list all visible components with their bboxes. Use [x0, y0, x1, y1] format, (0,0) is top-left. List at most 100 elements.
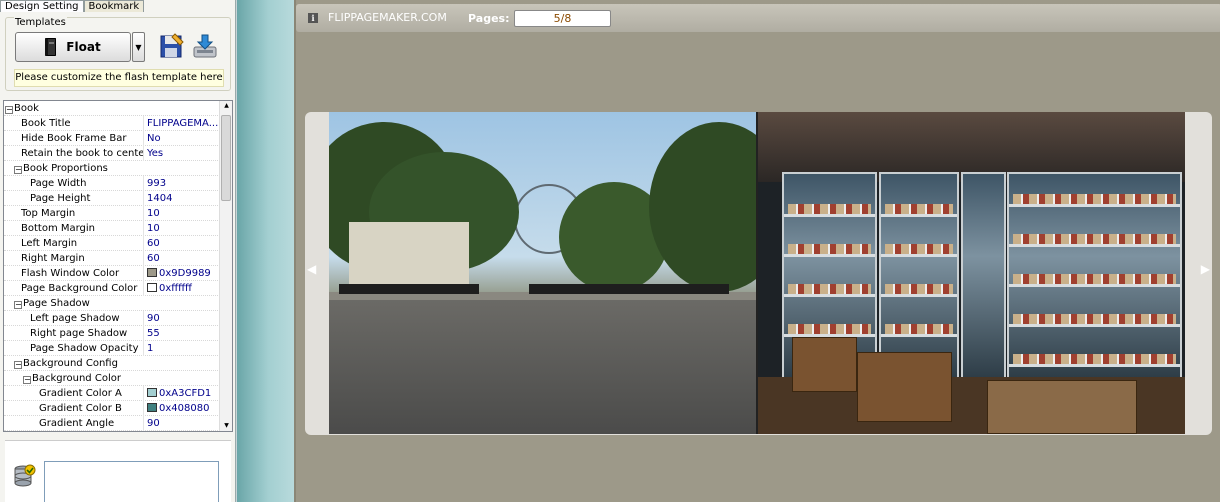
property-row[interactable]: Book Title FLIPPAGEMA...	[4, 116, 220, 131]
color-swatch[interactable]	[147, 268, 157, 277]
property-category-label: −Book Proportions	[4, 161, 220, 176]
page-number-input[interactable]: 5/8	[514, 10, 611, 27]
property-value[interactable]: 0x9D9989	[145, 266, 219, 281]
property-row[interactable]: Left Margin 60	[4, 236, 220, 251]
property-label: Book Title	[21, 118, 71, 129]
property-category[interactable]: −Book	[4, 101, 220, 116]
chevron-down-icon: ▼	[135, 42, 142, 52]
tab-bookmark[interactable]: Bookmark	[83, 0, 145, 12]
property-value[interactable]: 0x408080	[145, 401, 219, 416]
template-dropdown-button[interactable]: ▼	[132, 32, 145, 62]
property-value[interactable]: Yes	[145, 146, 219, 161]
property-name: Right Margin	[4, 251, 144, 266]
property-value-text: 55	[147, 328, 160, 339]
property-name: Page Height	[4, 191, 144, 206]
property-value[interactable]: 993	[145, 176, 219, 191]
property-row[interactable]: Right page Shadow 55	[4, 326, 220, 341]
property-value[interactable]: 1	[145, 341, 219, 356]
property-label: Background Config	[23, 358, 118, 369]
property-value-text: No	[147, 133, 161, 144]
property-row[interactable]: Retain the book to center Yes	[4, 146, 220, 161]
property-value[interactable]: 60	[145, 236, 219, 251]
color-swatch[interactable]	[147, 283, 157, 292]
property-label: Flash Window Color	[21, 268, 120, 279]
property-label: Page Width	[30, 178, 87, 189]
prev-page-arrow-icon[interactable]: ◀	[307, 262, 316, 276]
property-name: Flash Window Color	[4, 266, 144, 281]
collapse-toggle-icon[interactable]: −	[23, 376, 31, 384]
property-value[interactable]: 1404	[145, 191, 219, 206]
property-row[interactable]: Gradient Color B 0x408080	[4, 401, 220, 416]
property-value[interactable]: 60	[145, 251, 219, 266]
building	[349, 222, 469, 292]
property-label: Retain the book to center	[21, 148, 144, 159]
crate	[792, 337, 857, 392]
property-name: Left page Shadow	[4, 311, 144, 326]
next-page-arrow-icon[interactable]: ▶	[1201, 262, 1210, 276]
property-row[interactable]: Right Margin 60	[4, 251, 220, 266]
scroll-thumb[interactable]	[221, 115, 231, 201]
property-label: Background Color	[32, 373, 121, 384]
property-name: Bottom Margin	[4, 221, 144, 236]
collapse-toggle-icon[interactable]: −	[14, 301, 22, 309]
property-category[interactable]: −Page Shadow	[4, 296, 220, 311]
property-value-text: 60	[147, 238, 160, 249]
collapse-toggle-icon[interactable]: −	[5, 106, 13, 114]
property-row[interactable]: Page Shadow Opacity 1	[4, 341, 220, 356]
property-row[interactable]: Gradient Color A 0xA3CFD1	[4, 386, 220, 401]
right-page-image[interactable]	[757, 112, 1185, 434]
color-swatch[interactable]	[147, 388, 157, 397]
property-scrollbar[interactable]: ▲ ▼	[219, 101, 232, 431]
scroll-down-icon[interactable]: ▼	[220, 421, 232, 431]
property-value-text: 0xA3CFD1	[159, 388, 212, 399]
info-icon[interactable]: i	[308, 13, 318, 23]
design-panel: Design Setting Bookmark Templates Float …	[0, 0, 236, 502]
fence	[529, 284, 729, 294]
property-value[interactable]: 0xffffff	[145, 281, 219, 296]
property-row[interactable]: Page Background Color 0xffffff	[4, 281, 220, 296]
save-template-button[interactable]	[159, 33, 185, 60]
left-page-image[interactable]	[329, 112, 757, 434]
property-value[interactable]: 90	[145, 416, 219, 431]
scroll-up-icon[interactable]: ▲	[220, 101, 232, 111]
save-template-icon	[160, 33, 184, 58]
property-row[interactable]: Page Height 1404	[4, 191, 220, 206]
property-value-text: 1404	[147, 193, 173, 204]
property-name: Gradient Color A	[4, 386, 144, 401]
property-value-text: 10	[147, 223, 160, 234]
property-value[interactable]: No	[145, 131, 219, 146]
property-category[interactable]: −Background Config	[4, 356, 220, 371]
property-name: Gradient Color B	[4, 401, 144, 416]
brand-label[interactable]: FLIPPAGEMAKER.COM	[328, 11, 447, 24]
property-name: Hide Book Frame Bar	[4, 131, 144, 146]
import-template-button[interactable]	[191, 33, 219, 60]
crate	[987, 380, 1137, 434]
property-category[interactable]: −Book Proportions	[4, 161, 220, 176]
property-category[interactable]: −Background Color	[4, 371, 220, 386]
property-row[interactable]: Top Margin 10	[4, 206, 220, 221]
property-category-label: −Background Config	[4, 356, 220, 371]
property-value[interactable]: 90	[145, 311, 219, 326]
property-row[interactable]: Bottom Margin 10	[4, 221, 220, 236]
property-value[interactable]: FLIPPAGEMA...	[145, 116, 219, 131]
property-label: Book Proportions	[23, 163, 108, 174]
tab-design-setting[interactable]: Design Setting	[0, 0, 84, 12]
property-row[interactable]: Left page Shadow 90	[4, 311, 220, 326]
collapse-toggle-icon[interactable]: −	[14, 166, 22, 174]
template-select-button[interactable]: Float	[15, 32, 131, 62]
property-value[interactable]: 55	[145, 326, 219, 341]
book-spine	[756, 112, 758, 434]
property-row[interactable]: Page Width 993	[4, 176, 220, 191]
property-row[interactable]: Flash Window Color 0x9D9989	[4, 266, 220, 281]
property-name: Page Shadow Opacity	[4, 341, 144, 356]
property-value-text: 90	[147, 313, 160, 324]
property-value-text: 1	[147, 343, 154, 354]
color-swatch[interactable]	[147, 403, 157, 412]
property-value[interactable]: 0xA3CFD1	[145, 386, 219, 401]
property-row[interactable]: Hide Book Frame Bar No	[4, 131, 220, 146]
property-label: Gradient Color B	[39, 403, 122, 414]
collapse-toggle-icon[interactable]: −	[14, 361, 22, 369]
property-row[interactable]: Gradient Angle 90	[4, 416, 220, 431]
property-value[interactable]: 10	[145, 206, 219, 221]
property-value[interactable]: 10	[145, 221, 219, 236]
